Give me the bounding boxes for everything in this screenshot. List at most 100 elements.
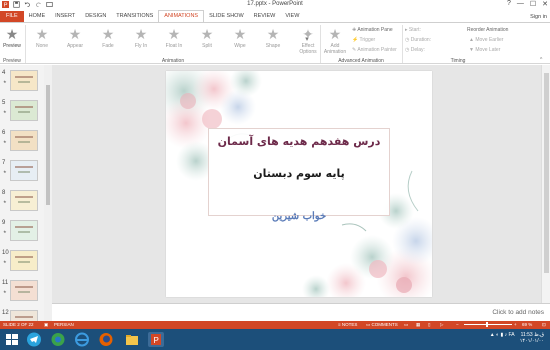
- title-text-box[interactable]: درس هفدهم هدیه های آسمان پایه سوم دبستان: [208, 128, 390, 216]
- tab-review[interactable]: REVIEW: [249, 11, 281, 22]
- slide-thumbnail[interactable]: [10, 160, 38, 181]
- windows-taskbar: P ▲ ◐ ▮ ♪ FA 11:53 ق.ظ ۱۴۰۱/۰۱/۰۰: [0, 329, 550, 350]
- zoom-slider-thumb[interactable]: [486, 322, 488, 327]
- keyboard-language[interactable]: FA: [509, 332, 515, 338]
- system-tray: ▲ ◐ ▮ ♪ FA 11:53 ق.ظ ۱۴۰۱/۰۱/۰۰: [490, 332, 544, 344]
- thumbnail-number: 10: [2, 250, 9, 256]
- group-label-preview: Preview: [3, 58, 21, 64]
- sign-in-link[interactable]: Sign in: [530, 14, 547, 20]
- thumbnail-scroll-thumb[interactable]: [46, 85, 50, 205]
- slide-thumbnail[interactable]: [10, 250, 38, 271]
- animation-label: Float In: [165, 43, 183, 49]
- zoom-out-button[interactable]: −: [456, 322, 459, 327]
- current-slide[interactable]: درس هفدهم هدیه های آسمان پایه سوم دبستان…: [166, 71, 432, 297]
- clock-date: ۱۴۰۱/۰۱/۰۰: [519, 338, 544, 344]
- thumbnail-text-line: [18, 81, 30, 83]
- reading-view-icon[interactable]: ▯: [428, 322, 430, 328]
- file-explorer-icon[interactable]: [124, 332, 140, 347]
- comments-toggle[interactable]: ▭ COMMENTS: [366, 322, 398, 328]
- notes-toggle[interactable]: ≡ NOTES: [338, 322, 357, 327]
- slide-thumbnail[interactable]: [10, 190, 38, 211]
- telegram-icon[interactable]: [26, 332, 42, 347]
- animation-shape-button[interactable]: ★ Shape: [261, 27, 285, 49]
- animation-wipe-button[interactable]: ★ Wipe: [228, 27, 252, 49]
- thumbnail-animation-star-icon: ★: [3, 259, 7, 264]
- normal-view-icon[interactable]: ▭: [404, 322, 408, 328]
- internet-explorer-icon[interactable]: [74, 332, 90, 347]
- animation-pane-button[interactable]: ⁜ Animation Pane: [352, 27, 393, 33]
- duration-field[interactable]: ◷ Duration:: [405, 37, 431, 43]
- move-later-button[interactable]: ▼ Move Later: [469, 47, 500, 53]
- animation-none-button[interactable]: ★ None: [30, 27, 54, 49]
- tab-design[interactable]: DESIGN: [80, 11, 111, 22]
- thumbnail-text-line: [15, 106, 33, 108]
- animation-label: Fly In: [134, 43, 148, 49]
- effect-options-button[interactable]: ✦ Effect Options: [296, 27, 320, 55]
- zoom-in-button[interactable]: +: [514, 322, 517, 327]
- thumbnail-number: 7: [2, 160, 6, 166]
- language-indicator[interactable]: PERSIAN: [54, 322, 74, 327]
- thumbnail-number: 4: [2, 70, 6, 76]
- add-animation-button[interactable]: ★ Add Animation: [322, 27, 348, 55]
- browser-globe-icon[interactable]: [50, 332, 66, 347]
- thumbnail-text-line: [15, 166, 33, 168]
- editor-scroll-thumb[interactable]: [544, 73, 549, 273]
- close-button[interactable]: ✕: [542, 0, 548, 8]
- zoom-slider-track[interactable]: [464, 324, 512, 325]
- tab-home[interactable]: HOME: [24, 11, 51, 22]
- tab-slide-show[interactable]: SLIDE SHOW: [204, 11, 249, 22]
- tab-transitions[interactable]: TRANSITIONS: [111, 11, 158, 22]
- tab-file[interactable]: FILE: [0, 11, 24, 22]
- collapse-ribbon-icon[interactable]: ^: [540, 57, 542, 63]
- animation-split-button[interactable]: ★ Split: [195, 27, 219, 49]
- trigger-button[interactable]: ⚡ Trigger: [352, 37, 375, 43]
- animation-fade-button[interactable]: ★ Fade: [96, 27, 120, 49]
- animation-pane-label: Animation Pane: [357, 27, 393, 33]
- maximize-button[interactable]: ☐: [530, 0, 536, 8]
- duration-label: Duration:: [410, 37, 432, 43]
- editor-scrollbar[interactable]: [541, 65, 550, 303]
- preview-button[interactable]: ★ Preview: [2, 27, 22, 49]
- notes-pane[interactable]: Click to add notes: [52, 303, 550, 321]
- start-field[interactable]: ▸ Start:: [405, 27, 421, 33]
- notes-toggle-label: NOTES: [341, 322, 358, 327]
- animation-float-in-button[interactable]: ★ Float In: [162, 27, 186, 49]
- zoom-level[interactable]: 69 %: [522, 322, 532, 327]
- start-windows-icon[interactable]: [4, 332, 20, 347]
- spell-check-icon[interactable]: ▣: [44, 322, 48, 328]
- title-bar: P 17.pptx - PowerPoint ? — ☐ ✕: [0, 0, 550, 10]
- minimize-button[interactable]: —: [517, 0, 524, 8]
- thumbnail-scrollbar[interactable]: [44, 65, 52, 321]
- slideshow-view-icon[interactable]: ▷: [440, 322, 443, 328]
- slide-thumbnail[interactable]: [10, 220, 38, 241]
- animation-appear-button[interactable]: ★ Appear: [63, 27, 87, 49]
- firefox-icon[interactable]: [98, 332, 114, 347]
- tab-view[interactable]: VIEW: [280, 11, 304, 22]
- svg-text:P: P: [154, 336, 159, 345]
- group-label-animation: Animation: [161, 58, 185, 64]
- clock[interactable]: 11:53 ق.ظ ۱۴۰۱/۰۱/۰۰: [520, 332, 544, 344]
- slide-thumbnail[interactable]: [10, 280, 38, 301]
- slide-thumbnail[interactable]: [10, 100, 38, 121]
- thumbnail-animation-star-icon: ★: [3, 289, 7, 294]
- animation-star-icon: ★: [134, 26, 148, 42]
- animation-painter-button[interactable]: ✎ Animation Painter: [352, 47, 397, 53]
- thumbnail-number: 5: [2, 100, 6, 106]
- animation-fly-in-button[interactable]: ★ Fly In: [129, 27, 153, 49]
- tab-animations[interactable]: ANIMATIONS: [158, 10, 205, 22]
- thumbnail-animation-star-icon: ★: [3, 139, 7, 144]
- slide-sorter-icon[interactable]: ▦: [416, 322, 420, 328]
- help-button[interactable]: ?: [507, 0, 511, 8]
- move-earlier-button[interactable]: ▲ Move Earlier: [469, 37, 503, 43]
- slide-thumbnail[interactable]: [10, 130, 38, 151]
- tab-insert[interactable]: INSERT: [50, 11, 80, 22]
- fit-to-window-icon[interactable]: ⊡: [542, 322, 546, 328]
- slide-thumbnail[interactable]: [10, 70, 38, 91]
- thumbnail-text-line: [18, 231, 30, 233]
- group-label-advanced-animation: Advanced Animation: [338, 58, 384, 64]
- delay-field[interactable]: ◷ Delay:: [405, 47, 425, 53]
- start-label: Start:: [408, 27, 421, 33]
- powerpoint-taskbar-icon[interactable]: P: [148, 332, 164, 347]
- thumbnail-text-line: [18, 171, 30, 173]
- tray-icons[interactable]: ▲ ◐ ▮ ♪: [490, 332, 509, 338]
